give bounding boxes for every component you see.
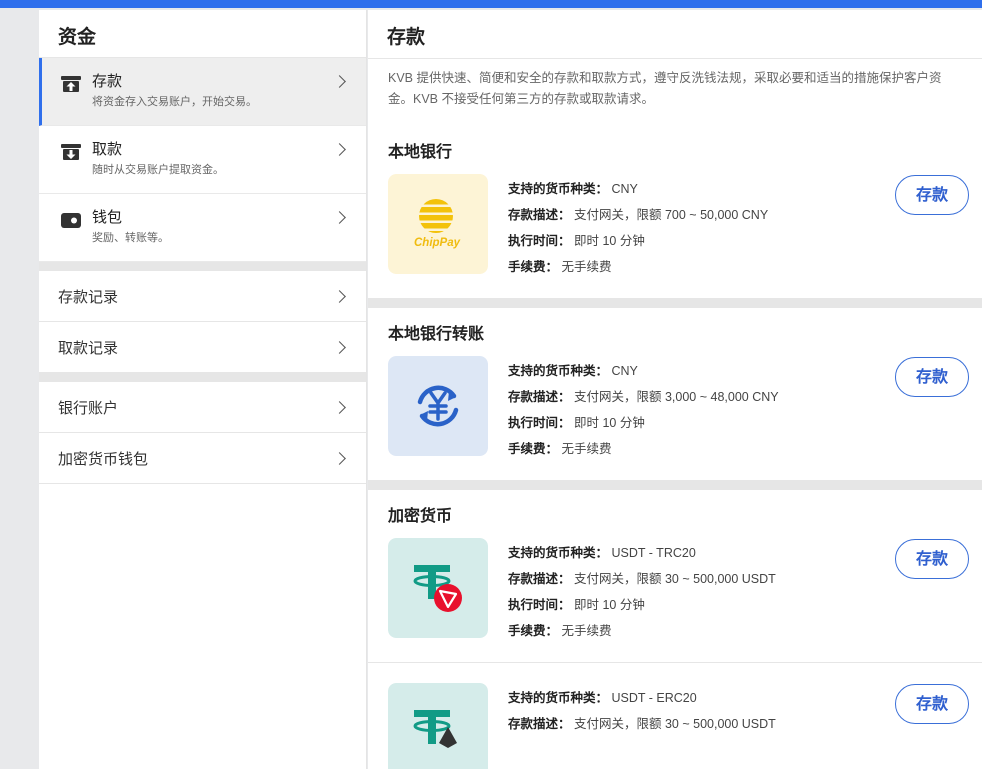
- sidebar-item-withdraw[interactable]: 取款 随时从交易账户提取资金。: [39, 126, 366, 194]
- section-divider: [368, 480, 982, 490]
- time-row: 执行时间： 即时 10 分钟: [508, 416, 645, 430]
- chippay-logo: ChipPay: [388, 174, 488, 274]
- deposit-button[interactable]: 存款: [895, 357, 969, 397]
- time-row: 执行时间： 即时 10 分钟: [508, 598, 645, 612]
- currency-row: 支持的货币种类： USDT - ERC20: [508, 691, 697, 705]
- sidebar-item-desc: 随时从交易账户提取资金。: [92, 164, 224, 176]
- desc-row: 存款描述： 支付网关，限额 700 ~ 50,000 CNY: [508, 208, 769, 222]
- desc-row: 存款描述： 支付网关，限额 30 ~ 500,000 USDT: [508, 717, 776, 731]
- intro-text: KVB 提供快速、简便和安全的存款和取款方式，遵守反洗钱法规，采取必要和适当的措…: [388, 71, 942, 106]
- sidebar-item-label: 存款记录: [58, 289, 119, 306]
- sidebar-item-wallet[interactable]: 钱包 奖励、转账等。: [39, 194, 366, 262]
- usdt-trc20-logo: [388, 538, 488, 638]
- fee-row: 手续费： 无手续费: [508, 624, 612, 638]
- currency-row: 支持的货币种类： CNY: [508, 182, 638, 196]
- section-title-crypto: 加密货币: [388, 508, 453, 525]
- usdt-erc20-logo: [388, 683, 488, 769]
- wallet-icon: [61, 213, 81, 228]
- sidebar-item-label: 钱包: [92, 209, 123, 226]
- method-divider: [368, 662, 982, 663]
- sidebar-item-deposit[interactable]: 存款 将资金存入交易账户，开始交易。: [39, 58, 366, 126]
- sidebar-separator: [39, 262, 366, 271]
- sidebar-item-desc: 奖励、转账等。: [92, 232, 169, 244]
- section-title-local-bank: 本地银行: [388, 144, 453, 161]
- method-card-bank-transfer: 支持的货币种类： CNY 存款描述： 支付网关，限额 3,000 ~ 48,00…: [368, 356, 982, 480]
- fee-row: 手续费： 无手续费: [508, 260, 612, 274]
- sidebar: 资金 存款 将资金存入交易账户，开始交易。 取款 随时从交易账户提取资金。 钱包…: [39, 10, 367, 769]
- sidebar-item-label: 取款记录: [58, 340, 119, 357]
- sidebar-item-label: 加密货币钱包: [58, 451, 149, 468]
- deposit-icon: [61, 76, 81, 92]
- time-row: 执行时间： 即时 10 分钟: [508, 234, 645, 248]
- main-panel: 存款 KVB 提供快速、简便和安全的存款和取款方式，遵守反洗钱法规，采取必要和适…: [368, 10, 982, 769]
- sidebar-item-deposit-records[interactable]: 存款记录: [39, 271, 366, 322]
- chevron-right-icon: [333, 290, 346, 303]
- sidebar-item-label: 银行账户: [58, 400, 119, 417]
- deposit-button[interactable]: 存款: [895, 539, 969, 579]
- method-card-usdt-trc20: 支持的货币种类： USDT - TRC20 存款描述： 支付网关，限额 30 ~…: [368, 538, 982, 662]
- currency-row: 支持的货币种类： CNY: [508, 364, 638, 378]
- sidebar-item-label: 存款: [92, 73, 123, 90]
- method-info: 支持的货币种类： USDT - ERC20 存款描述： 支付网关，限额 30 ~…: [508, 685, 776, 737]
- method-info: 支持的货币种类： USDT - TRC20 存款描述： 支付网关，限额 30 ~…: [508, 540, 776, 644]
- desc-row: 存款描述： 支付网关，限额 3,000 ~ 48,000 CNY: [508, 390, 779, 404]
- method-info: 支持的货币种类： CNY 存款描述： 支付网关，限额 3,000 ~ 48,00…: [508, 358, 779, 462]
- section-title-bank-transfer: 本地银行转账: [388, 326, 485, 343]
- method-card-usdt-erc20: 支持的货币种类： USDT - ERC20 存款描述： 支付网关，限额 30 ~…: [368, 683, 982, 769]
- chippay-logo-text: ChipPay: [414, 237, 461, 249]
- sidebar-title: 资金: [39, 10, 366, 58]
- method-info: 支持的货币种类： CNY 存款描述： 支付网关，限额 700 ~ 50,000 …: [508, 176, 768, 280]
- withdraw-icon: [61, 144, 81, 160]
- top-accent-bar: [0, 0, 982, 8]
- sidebar-item-bank-accounts[interactable]: 银行账户: [39, 382, 366, 433]
- chevron-right-icon: [333, 401, 346, 414]
- sidebar-item-withdraw-records[interactable]: 取款记录: [39, 322, 366, 373]
- chevron-right-icon: [333, 341, 346, 354]
- page-title: 存款: [368, 10, 982, 59]
- deposit-button[interactable]: 存款: [895, 684, 969, 724]
- sidebar-separator: [39, 373, 366, 382]
- yuan-transfer-icon: [388, 356, 488, 456]
- sidebar-item-desc: 将资金存入交易账户，开始交易。: [92, 96, 257, 108]
- method-card-chippay: ChipPay 支持的货币种类： CNY 存款描述： 支付网关，限额 700 ~…: [368, 174, 982, 298]
- section-divider: [368, 298, 982, 308]
- desc-row: 存款描述： 支付网关，限额 30 ~ 500,000 USDT: [508, 572, 776, 586]
- currency-row: 支持的货币种类： USDT - TRC20: [508, 546, 696, 560]
- deposit-button[interactable]: 存款: [895, 175, 969, 215]
- chevron-right-icon: [333, 452, 346, 465]
- sidebar-item-crypto-wallets[interactable]: 加密货币钱包: [39, 433, 366, 484]
- fee-row: 手续费： 无手续费: [508, 442, 612, 456]
- sidebar-item-label: 取款: [92, 141, 123, 158]
